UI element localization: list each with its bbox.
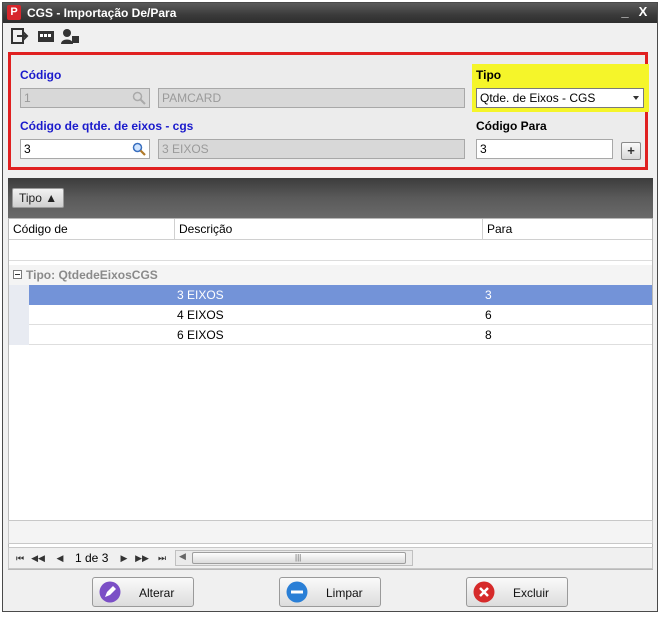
excluir-button[interactable]: Excluir	[466, 577, 568, 607]
eixos-label: Código de qtde. de eixos - cgs	[20, 119, 194, 133]
cell-descricao: 4 EIXOS	[177, 308, 224, 322]
column-header-para[interactable]: Para	[483, 219, 652, 239]
collapse-icon[interactable]	[13, 270, 22, 279]
table-row[interactable]: 6 EIXOS 8	[29, 325, 652, 345]
codigo-input[interactable]: 1	[20, 88, 150, 108]
eixos-value: 3	[24, 142, 31, 156]
previous-block-icon[interactable]: ◀◀	[31, 551, 45, 565]
limpar-button[interactable]: Limpar	[279, 577, 381, 607]
table-row[interactable]: 3 EIXOS 3	[29, 285, 652, 305]
chevron-down-icon[interactable]	[633, 96, 639, 100]
page-indicator: 1 de 3	[75, 551, 109, 565]
tipo-selected-value: Qtde. de Eixos - CGS	[480, 91, 596, 105]
eixos-input[interactable]: 3	[20, 139, 150, 159]
group-row[interactable]: Tipo: QtdedeEixosCGS	[9, 265, 652, 285]
clear-icon	[286, 581, 308, 603]
excluir-label: Excluir	[513, 586, 550, 600]
toolbar	[3, 23, 657, 51]
filter-form: Código 1 PAMCARD Tipo Qtde. de Eixos - C…	[8, 52, 649, 170]
table-row[interactable]: 4 EIXOS 6	[29, 305, 652, 325]
exit-icon[interactable]	[11, 28, 29, 44]
cell-descricao: 6 EIXOS	[177, 328, 224, 342]
data-grid: Código de Descrição Para Tipo: QtdedeEix…	[8, 218, 653, 570]
pager: ⏮ ◀◀ ◀ 1 de 3 ▶ ▶▶ ⏭ ◀ |||	[8, 547, 653, 569]
minimize-button[interactable]: _	[617, 4, 633, 20]
group-by-panel: Tipo ▲	[8, 178, 653, 218]
previous-page-icon[interactable]: ◀	[53, 551, 67, 565]
add-button[interactable]: +	[621, 142, 641, 160]
scroll-thumb[interactable]: |||	[192, 552, 406, 564]
user-icon[interactable]	[61, 28, 79, 44]
cell-para: 6	[485, 308, 492, 322]
group-label: Tipo: QtdedeEixosCGS	[26, 268, 158, 282]
window-title: CGS - Importação De/Para	[27, 6, 177, 20]
cell-para: 3	[485, 288, 492, 302]
codigo-description-field: PAMCARD	[158, 88, 465, 108]
group-indent	[9, 285, 29, 345]
group-by-tipo-chip[interactable]: Tipo ▲	[12, 188, 65, 208]
cell-para: 8	[485, 328, 492, 342]
filter-row-divider	[9, 260, 652, 261]
main-window: P CGS - Importação De/Para _ X Código 1	[2, 2, 658, 612]
codigo-para-input[interactable]: 3	[476, 139, 613, 159]
grip-icon: |||	[295, 553, 302, 562]
codigo-para-label: Código Para	[476, 119, 547, 133]
tipo-highlight: Tipo Qtde. de Eixos - CGS	[472, 64, 649, 112]
search-icon[interactable]	[132, 91, 146, 105]
tipo-select[interactable]: Qtde. de Eixos - CGS	[476, 88, 644, 108]
alterar-button[interactable]: Alterar	[92, 577, 194, 607]
alterar-label: Alterar	[139, 586, 175, 600]
close-button[interactable]: X	[635, 4, 651, 20]
codigo-value: 1	[24, 91, 31, 105]
next-page-icon[interactable]: ▶	[117, 551, 131, 565]
title-bar[interactable]: P CGS - Importação De/Para _ X	[3, 3, 657, 23]
tipo-label: Tipo	[476, 68, 502, 82]
cell-descricao: 3 EIXOS	[177, 288, 224, 302]
eixos-description-field: 3 EIXOS	[158, 139, 465, 159]
codigo-label: Código	[20, 68, 62, 82]
edit-icon	[99, 581, 121, 603]
first-page-icon[interactable]: ⏮	[13, 551, 27, 565]
limpar-label: Limpar	[326, 586, 363, 600]
last-page-icon[interactable]: ⏭	[155, 551, 169, 565]
header-divider	[9, 239, 652, 240]
search-icon[interactable]	[132, 142, 146, 156]
horizontal-scrollbar[interactable]: ◀ |||	[175, 550, 413, 566]
column-header-codigo-de[interactable]: Código de	[9, 219, 175, 239]
scroll-left-icon[interactable]: ◀	[179, 551, 186, 562]
card-icon[interactable]	[37, 28, 55, 44]
next-block-icon[interactable]: ▶▶	[135, 551, 149, 565]
delete-icon	[473, 581, 495, 603]
column-header-descricao[interactable]: Descrição	[175, 219, 483, 239]
app-logo-icon: P	[7, 5, 21, 20]
grid-footer	[8, 520, 653, 544]
